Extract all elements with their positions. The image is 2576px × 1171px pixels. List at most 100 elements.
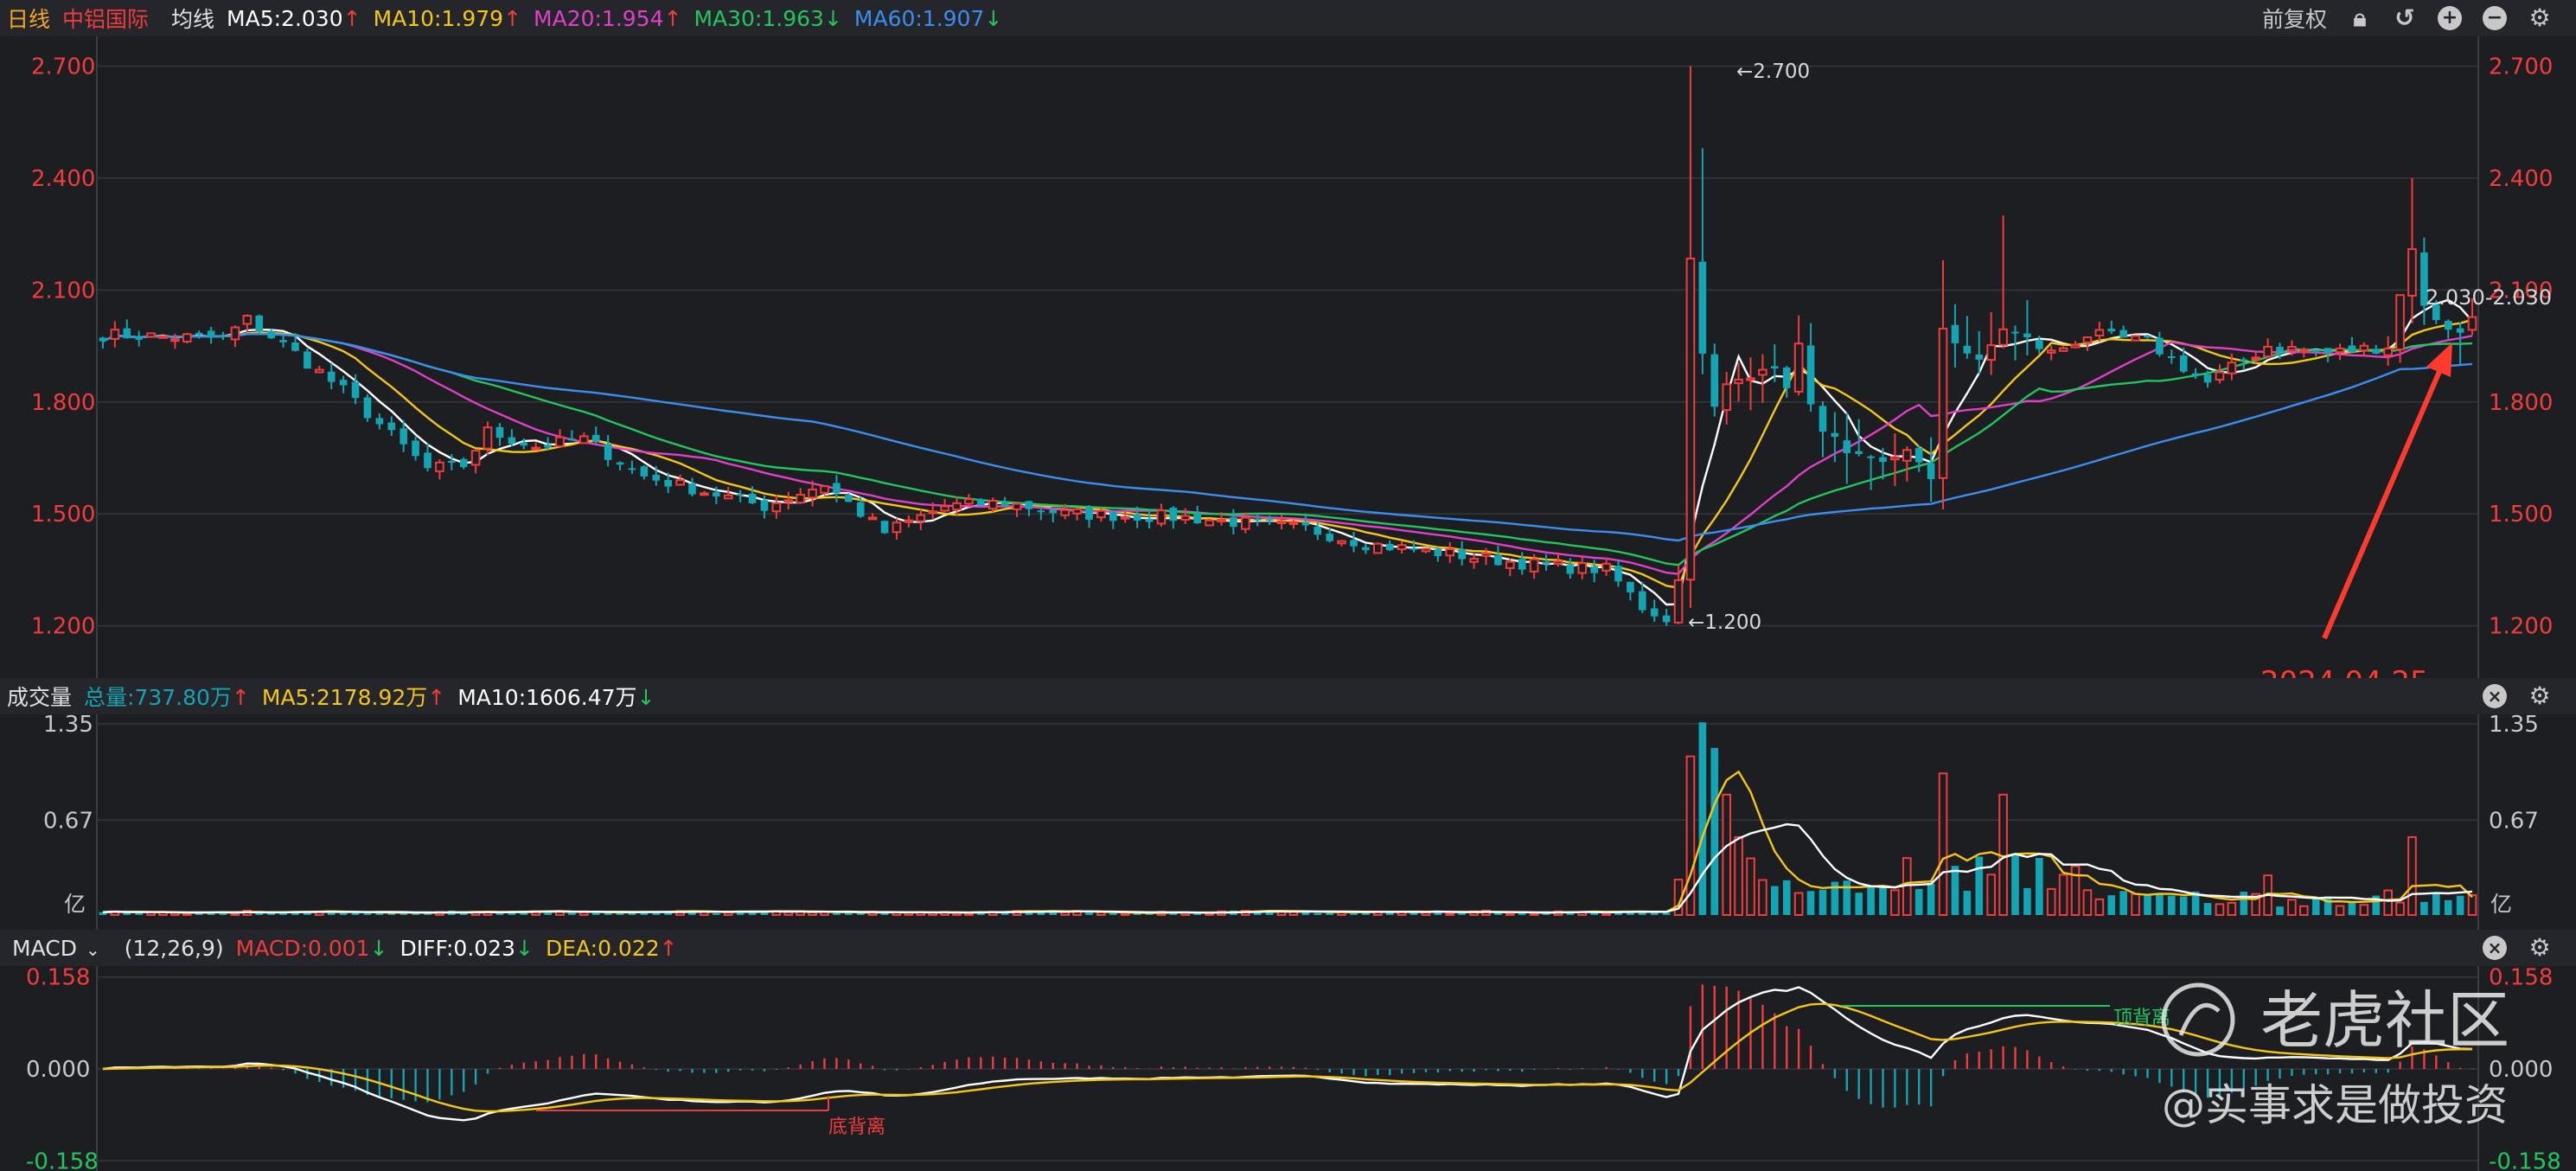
candle (327, 362, 336, 389)
candle-body (628, 468, 636, 470)
price-tick-label-left: 2.400 (31, 166, 95, 192)
candle (2046, 345, 2056, 361)
candle-body (2276, 347, 2284, 352)
candle (508, 429, 516, 447)
ma-label[interactable]: 均线 (171, 3, 214, 34)
volume-bar (713, 913, 720, 915)
candle (1049, 509, 1058, 522)
price-chart[interactable]: 2.700 2.7002.400 2.4002.100 2.1001.800 1.800… (0, 36, 2576, 678)
candle-body (904, 519, 914, 523)
volume-chart[interactable]: 1.35 1.35 0.67 0.67 亿 亿 (0, 714, 2576, 930)
candle (279, 334, 287, 348)
candle (591, 426, 600, 444)
volume-bar (1445, 912, 1455, 917)
candle (796, 488, 805, 504)
zoom-out-icon[interactable]: − (2483, 6, 2507, 30)
candle (1169, 506, 1178, 529)
volume-bar (2467, 893, 2477, 917)
volume-bar (1793, 892, 1804, 916)
candle (2156, 331, 2164, 357)
volume-bar (2011, 853, 2019, 915)
candle-body (99, 337, 107, 342)
candle-body (2036, 340, 2043, 349)
price-tick-label-right: 2.400 (2489, 166, 2553, 192)
macd-toolbar: MACD ⌄ (12,26,9) MACD:0.001↓ DIFF:0.023↓ … (0, 930, 2576, 966)
candle-body (1253, 518, 1262, 521)
volume-toolbar: 成交量 总量:737.80万↑ MA5:2178.92万↑ MA10:1606.… (0, 678, 2576, 714)
candle-body (2372, 349, 2381, 354)
candle-body (820, 485, 829, 494)
adjust-button[interactable]: 前复权 (2262, 3, 2327, 34)
zoom-in-icon[interactable]: + (2438, 6, 2462, 30)
volume-bar (2036, 858, 2043, 915)
candle-body (1205, 519, 1214, 527)
candle-body (2395, 294, 2405, 351)
candle (1350, 532, 1358, 553)
close-icon[interactable]: × (2483, 936, 2507, 960)
lock-icon[interactable]: 🔒︎ (2348, 6, 2372, 30)
candle-body (652, 475, 661, 481)
candle (988, 497, 998, 512)
volume-bar (1109, 912, 1117, 915)
candle (2131, 335, 2140, 342)
candle (459, 457, 468, 470)
candle-body (1373, 542, 1383, 554)
candle-body (1529, 558, 1539, 573)
candle-body (988, 499, 998, 510)
candle-body (1601, 562, 1611, 572)
candle-body (616, 462, 624, 465)
candle-body (1458, 549, 1466, 560)
candle-body (2299, 349, 2309, 353)
volume-label[interactable]: 成交量 (7, 681, 72, 712)
undo-icon[interactable]: ↺ (2393, 6, 2417, 30)
candle-body (400, 428, 407, 445)
candle (2335, 343, 2345, 361)
gear-icon[interactable]: ⚙ (2528, 936, 2552, 960)
candle (1685, 66, 1696, 608)
period-label[interactable]: 日线 (7, 3, 50, 34)
volume-ma5: MA5:2178.92万↑ (261, 685, 446, 710)
candle-body (1288, 521, 1299, 525)
candle-body (1350, 540, 1358, 547)
close-icon[interactable]: × (2483, 684, 2507, 708)
candle (1793, 315, 1804, 396)
candle (2215, 364, 2225, 384)
candles (99, 66, 2477, 626)
candle-body (2131, 335, 2140, 342)
candle (2444, 319, 2452, 339)
candle-body (2359, 344, 2369, 352)
volume-bar (1963, 891, 1972, 915)
price-tick-label-left: 1.500 (31, 502, 95, 528)
volume-bar (1758, 879, 1767, 917)
candle (1867, 455, 1875, 490)
volume-bar (2179, 896, 2188, 915)
volume-bar (1782, 880, 1791, 915)
candle (2023, 299, 2031, 356)
candle (182, 332, 192, 344)
candle-body (1180, 515, 1191, 521)
stock-name[interactable]: 中铝国际 (62, 3, 149, 34)
volume-bar (1927, 883, 1935, 915)
candle (2263, 338, 2272, 359)
volume-bar (2359, 904, 2369, 917)
candle-body (771, 502, 782, 513)
macd-chart[interactable]: 0.158 0.1580.000 0.000-0.158 -0.158 底背离 顶背离… (0, 966, 2576, 1171)
volume-total: 总量:737.80万↑ (84, 685, 250, 710)
toolbar-actions: 前复权 🔒︎ ↺ + − ⚙ (2262, 0, 2564, 36)
candle-body (315, 368, 324, 374)
gear-icon[interactable]: ⚙ (2528, 684, 2552, 708)
macd-label[interactable]: MACD ⌄ (12, 936, 112, 961)
candle (230, 325, 240, 348)
candle-body (2324, 348, 2332, 354)
candle-body (723, 494, 733, 500)
candle (1156, 503, 1167, 527)
gear-icon[interactable]: ⚙ (2528, 6, 2552, 30)
candle-body (2287, 346, 2297, 351)
volume-bars (99, 722, 2477, 917)
volume-bar (1938, 772, 1948, 916)
candle (916, 509, 926, 531)
volume-bar (2070, 865, 2081, 916)
candle-body (952, 502, 962, 511)
candle-body (1326, 534, 1333, 541)
candle-body (748, 493, 757, 503)
